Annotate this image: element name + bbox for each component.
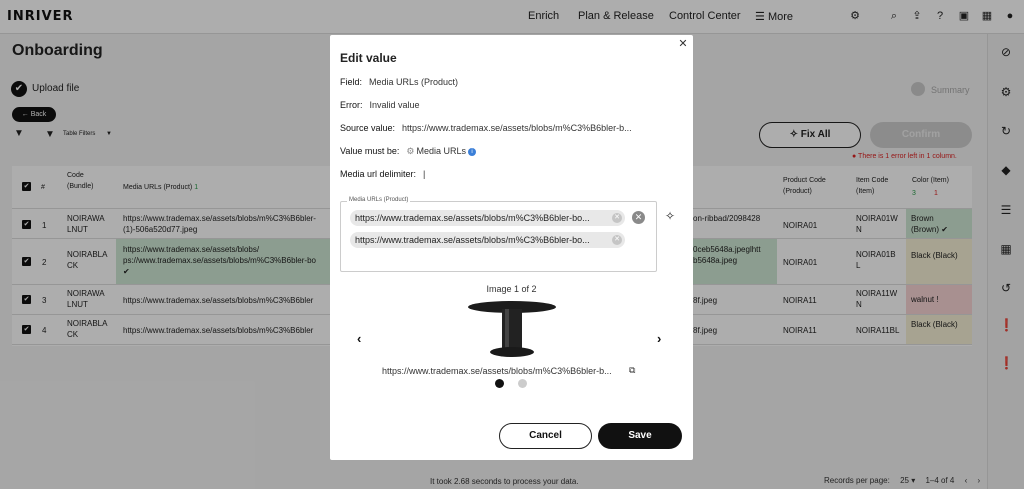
copy-icon[interactable]: ⧉ — [629, 365, 635, 376]
next-image-icon[interactable]: › — [657, 331, 661, 346]
datatype-icon: ⚙ — [406, 146, 415, 156]
product-image — [468, 301, 556, 357]
clear-all-icon[interactable]: ✕ — [632, 211, 645, 224]
field-row: Field: Media URLs (Product) — [340, 77, 458, 87]
source-row: Source value: https://www.trademax.se/ass… — [340, 123, 632, 133]
field-label: Field: — [340, 77, 363, 87]
delimiter-label: Media url delimiter: — [340, 169, 417, 179]
source-value: https://www.trademax.se/assets/blobs/m%C… — [402, 123, 632, 133]
error-label: Error: — [340, 100, 363, 110]
url-chip[interactable]: https://www.trademax.se/assets/blobs/m%C… — [350, 232, 625, 248]
url-chip-label: https://www.trademax.se/assets/blobs/m%C… — [355, 213, 590, 223]
image-url: https://www.trademax.se/assets/blobs/m%C… — [382, 366, 612, 376]
image-counter: Image 1 of 2 — [486, 284, 537, 294]
field-value: Media URLs (Product) — [369, 77, 459, 87]
carousel-dot-active[interactable] — [495, 379, 504, 388]
error-row: Error: Invalid value — [340, 100, 420, 110]
edit-value-dialog: ✕ Edit value Field: Media URLs (Product) … — [330, 35, 693, 460]
must-be-label: Value must be: — [340, 146, 400, 156]
error-value: Invalid value — [369, 100, 420, 110]
remove-chip-icon[interactable]: ✕ — [612, 213, 622, 223]
cancel-button[interactable]: Cancel — [499, 423, 592, 449]
dialog-title: Edit value — [340, 51, 397, 65]
info-icon[interactable]: i — [467, 147, 476, 156]
source-label: Source value: — [340, 123, 396, 133]
url-chip[interactable]: https://www.trademax.se/assets/blobs/m%C… — [350, 210, 625, 226]
must-be-row: Value must be: ⚙ Media URLs i — [340, 146, 476, 157]
remove-chip-icon[interactable]: ✕ — [612, 235, 622, 245]
media-urls-legend: Media URLs (Product) — [347, 197, 411, 203]
delimiter-value[interactable]: | — [423, 169, 425, 179]
close-icon[interactable]: ✕ — [677, 38, 689, 50]
magic-wand-icon[interactable]: ✧ — [665, 209, 675, 223]
url-chip-label: https://www.trademax.se/assets/blobs/m%C… — [355, 235, 590, 245]
prev-image-icon[interactable]: ‹ — [357, 331, 361, 346]
carousel-dot[interactable] — [518, 379, 527, 388]
must-be-value: Media URLs — [416, 146, 466, 156]
delimiter-row: Media url delimiter: | — [340, 169, 425, 179]
save-button[interactable]: Save — [598, 423, 682, 449]
